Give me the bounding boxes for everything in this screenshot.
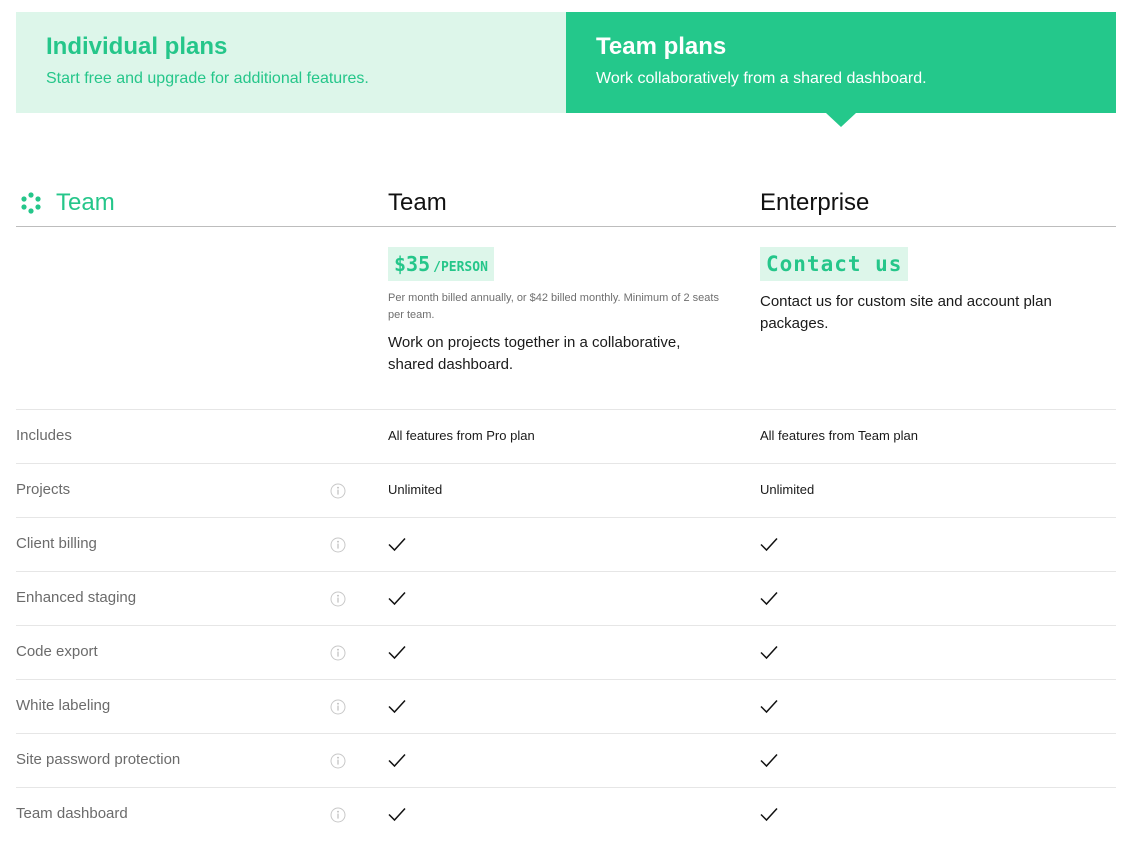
- info-icon[interactable]: [330, 537, 346, 553]
- column-title-enterprise: Enterprise: [760, 189, 870, 216]
- info-icon[interactable]: [330, 699, 346, 715]
- brand-label: Team: [20, 188, 115, 218]
- feature-label: Team dashboard: [16, 805, 128, 822]
- enterprise-pricing: Contact us Contact us for custom site an…: [760, 247, 1100, 335]
- feature-table: Includes All features from Pro plan All fe…: [16, 410, 1116, 841]
- feature-label: White labeling: [16, 697, 111, 714]
- plan-description: Work on projects together in a collabora…: [388, 334, 681, 373]
- feature-row: Includes All features from Pro plan All fe…: [16, 410, 1116, 464]
- team-dots-icon: [21, 192, 41, 214]
- plan-description: Contact us for custom site and account p…: [760, 293, 1052, 332]
- feature-label: Client billing: [16, 535, 97, 552]
- checkmark-icon: [760, 753, 778, 768]
- brand-text: Team: [56, 189, 115, 216]
- checkmark-icon: [760, 537, 778, 552]
- feature-value-enterprise: All features from Team plan: [760, 428, 918, 443]
- feature-row: Site password protection: [16, 734, 1116, 788]
- pricing-row: $35/PERSON Per month billed annually, or…: [16, 227, 1116, 410]
- tab-title: Team plans: [596, 33, 727, 60]
- feature-row: Enhanced staging: [16, 572, 1116, 626]
- feature-value-team: Unlimited: [388, 482, 443, 497]
- info-icon[interactable]: [330, 591, 346, 607]
- checkmark-icon: [388, 645, 406, 660]
- price-badge: $35/PERSON: [388, 247, 494, 281]
- feature-row: White labeling: [16, 680, 1116, 734]
- feature-row: Team dashboard: [16, 788, 1116, 841]
- tab-title: Individual plans: [46, 33, 228, 60]
- tab-subtitle: Start free and upgrade for additional fe…: [46, 70, 369, 87]
- tab-team-plans[interactable]: Team plans Work collaboratively from a s…: [566, 12, 1116, 127]
- pricing-page: Individual plans Start free and upgrade …: [0, 0, 1130, 850]
- price-unit: /PERSON: [433, 260, 488, 275]
- price-amount: $35: [394, 252, 431, 276]
- plan-tabs: Individual plans Start free and upgrade …: [16, 12, 1116, 127]
- checkmark-icon: [388, 807, 406, 822]
- checkmark-icon: [760, 807, 778, 822]
- price-fine-print: Per month billed annually, or $42 billed…: [388, 292, 719, 321]
- feature-value-enterprise: Unlimited: [760, 482, 815, 497]
- feature-row: Projects Unlimited Unlimited: [16, 464, 1116, 518]
- info-icon[interactable]: [330, 645, 346, 661]
- plan-header-row: Team Team Enterprise: [16, 184, 1116, 227]
- column-title-team: Team: [388, 189, 447, 216]
- active-tab-pointer: [826, 113, 856, 127]
- feature-label: Enhanced staging: [16, 589, 137, 606]
- checkmark-icon: [388, 753, 406, 768]
- checkmark-icon: [760, 645, 778, 660]
- checkmark-icon: [388, 591, 406, 606]
- info-icon[interactable]: [330, 753, 346, 769]
- info-icon[interactable]: [330, 807, 346, 823]
- feature-label: Code export: [16, 643, 98, 660]
- checkmark-icon: [388, 699, 406, 714]
- checkmark-icon: [388, 537, 406, 552]
- checkmark-icon: [760, 699, 778, 714]
- checkmark-icon: [760, 591, 778, 606]
- feature-row: Client billing: [16, 518, 1116, 572]
- info-icon[interactable]: [330, 483, 346, 499]
- contact-us-link[interactable]: Contact us: [760, 247, 909, 281]
- tab-subtitle: Work collaboratively from a shared dashb…: [596, 70, 927, 87]
- feature-label: Site password protection: [16, 751, 181, 768]
- feature-value-team: All features from Pro plan: [388, 428, 535, 443]
- tab-individual-plans[interactable]: Individual plans Start free and upgrade …: [16, 12, 566, 113]
- team-pricing: $35/PERSON Per month billed annually, or…: [388, 247, 728, 376]
- feature-label: Projects: [16, 481, 71, 498]
- feature-row: Code export: [16, 626, 1116, 680]
- feature-label: Includes: [16, 427, 72, 444]
